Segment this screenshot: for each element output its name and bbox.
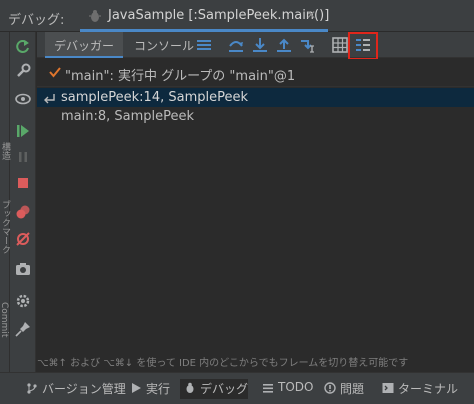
close-icon[interactable]: ✕ bbox=[306, 8, 316, 22]
step-out-icon[interactable] bbox=[275, 36, 293, 54]
bottom-tab-todo[interactable]: TODO bbox=[262, 379, 314, 399]
resume-icon[interactable] bbox=[14, 122, 32, 140]
bottom-tab-version-control[interactable]: バージョン管理 bbox=[26, 379, 126, 399]
bottom-tab-label: ターミナル bbox=[398, 382, 459, 396]
bottom-tab-label: TODO bbox=[278, 380, 314, 394]
bottom-tab-label: 実行 bbox=[146, 382, 171, 396]
frame-row[interactable]: samplePeek:14, SamplePeek bbox=[37, 88, 474, 107]
bottom-tab-run[interactable]: 実行 bbox=[130, 379, 174, 399]
frame-label: samplePeek:14, SamplePeek bbox=[61, 90, 248, 105]
stop-icon[interactable] bbox=[14, 174, 32, 192]
checkmark-icon bbox=[49, 67, 61, 78]
version-control-icon bbox=[27, 383, 37, 394]
frame-label: main:8, SamplePeek bbox=[61, 109, 195, 124]
view-breakpoints-icon[interactable] bbox=[14, 204, 32, 222]
debug-session-tab[interactable]: JavaSample [:SamplePeek.main()] ✕ bbox=[80, 0, 330, 32]
debug-session-title: JavaSample [:SamplePeek.main()] bbox=[108, 8, 330, 23]
terminal-icon bbox=[382, 383, 394, 393]
debug-title-bar: デバッグ: JavaSample [:SamplePeek.main()] ✕ bbox=[0, 0, 474, 32]
wrench-icon[interactable] bbox=[14, 62, 32, 80]
side-tab-bookmarks[interactable]: ブックマーク bbox=[0, 200, 12, 254]
camera-icon[interactable] bbox=[14, 260, 32, 278]
mute-breakpoints-icon[interactable] bbox=[14, 230, 32, 248]
tab-console[interactable]: コンソール bbox=[127, 32, 201, 58]
bottom-tab-terminal[interactable]: ターミナル bbox=[382, 379, 468, 399]
tab-debugger[interactable]: デバッガー bbox=[45, 32, 123, 58]
problems-icon bbox=[324, 382, 336, 394]
return-arrow-icon bbox=[44, 94, 55, 104]
bottom-tab-problems[interactable]: 問題 bbox=[324, 379, 370, 399]
bottom-tab-debug[interactable]: デバッグ bbox=[180, 379, 248, 399]
run-icon bbox=[132, 383, 141, 393]
run-to-cursor-icon[interactable] bbox=[299, 36, 317, 54]
settings-icon[interactable] bbox=[14, 292, 32, 310]
thread-selector[interactable]: "main": 実行中 グループの "main"@1 bbox=[37, 59, 474, 87]
frame-switch-hint: ⌥⌘↑ および ⌥⌘↓ を使って IDE 内のどこからでもフレームを切り替え可能… bbox=[37, 358, 409, 369]
pin-icon[interactable] bbox=[14, 320, 32, 338]
evaluate-expression-icon[interactable] bbox=[331, 36, 349, 54]
todo-icon bbox=[263, 384, 273, 393]
debug-bug-icon bbox=[89, 10, 101, 22]
side-tab-structure[interactable]: 構造 bbox=[0, 142, 12, 160]
side-tab-commit[interactable]: Commit bbox=[0, 302, 9, 337]
step-over-icon[interactable] bbox=[227, 36, 245, 54]
bottom-tab-label: デバッグ bbox=[200, 382, 249, 396]
side-tool-strip: 構造 ブックマーク Commit bbox=[0, 32, 10, 372]
eye-icon[interactable] bbox=[14, 90, 32, 108]
debug-title-label: デバッグ: bbox=[8, 13, 65, 28]
debug-icon bbox=[186, 382, 194, 393]
pause-icon[interactable] bbox=[14, 148, 32, 166]
bottom-tab-label: バージョン管理 bbox=[42, 382, 126, 396]
menu-icon[interactable] bbox=[195, 36, 213, 54]
layout-settings-icon[interactable] bbox=[354, 36, 372, 54]
debugger-toolbar: デバッガー コンソール bbox=[37, 32, 474, 60]
rerun-icon[interactable] bbox=[14, 38, 32, 56]
frames-list: samplePeek:14, SamplePeek main:8, Sample… bbox=[37, 88, 474, 348]
bottom-tab-label: 問題 bbox=[340, 382, 365, 396]
frame-row[interactable]: main:8, SamplePeek bbox=[37, 107, 474, 126]
step-into-icon[interactable] bbox=[251, 36, 269, 54]
thread-label: "main": 実行中 グループの "main"@1 bbox=[65, 69, 296, 84]
bottom-tool-window-bar: バージョン管理 実行 デバッグ TODO 問題 ターミナル bbox=[0, 372, 474, 404]
